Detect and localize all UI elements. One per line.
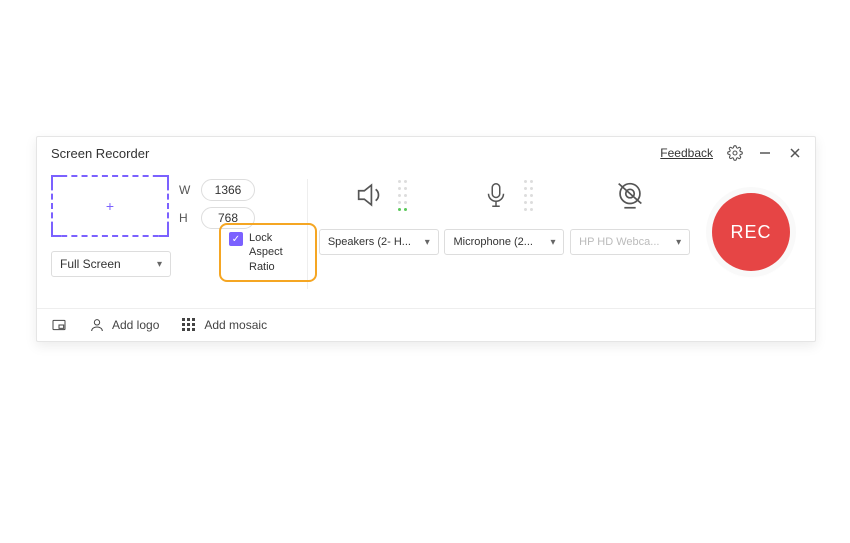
add-mosaic-button[interactable]: Add mosaic [181,317,267,333]
speaker-device: Speakers (2- H... ▾ [319,175,439,289]
height-label: H [179,211,195,225]
speaker-icon[interactable] [350,175,390,215]
microphone-device: Microphone (2... ▾ [444,175,564,289]
devices-row: Speakers (2- H... ▾ [308,175,701,289]
region-preset-select[interactable]: Full Screen ▾ [51,251,171,277]
chevron-down-icon: ▾ [425,237,430,248]
width-input[interactable] [201,179,255,201]
window-title: Screen Recorder [51,146,149,161]
webcam-device: HP HD Webca... ▾ [570,175,690,289]
close-button[interactable] [787,145,803,161]
add-mosaic-label: Add mosaic [204,318,267,332]
speaker-select[interactable]: Speakers (2- H... ▾ [319,229,439,255]
region-selector[interactable]: + [51,175,169,237]
footer-toolbar: Add logo Add mosaic [37,308,815,341]
mosaic-icon [181,317,197,333]
record-label: REC [730,222,771,243]
main-body: + W H Full Screen ▾ [37,167,815,289]
speaker-level-meter [398,180,407,211]
chevron-down-icon: ▾ [550,237,555,248]
webcam-disabled-icon[interactable] [610,175,650,215]
add-logo-label: Add logo [112,318,159,332]
minimize-button[interactable] [757,145,773,161]
pip-icon [51,317,67,333]
webcam-select[interactable]: HP HD Webca... ▾ [570,229,690,255]
region-preset-label: Full Screen [60,257,121,271]
add-logo-button[interactable]: Add logo [89,317,159,333]
record-button[interactable]: REC [712,193,790,271]
plus-icon: + [106,198,114,214]
record-column: REC [701,175,801,289]
lock-aspect-highlight: ✓ Lock Aspect Ratio [219,223,317,282]
settings-icon[interactable] [727,145,743,161]
microphone-level-meter [524,180,533,211]
pip-button[interactable] [51,317,67,333]
screen-recorder-window: Screen Recorder Feedback + [36,136,816,342]
feedback-link[interactable]: Feedback [660,146,713,160]
lock-aspect-checkbox[interactable]: ✓ [229,232,243,246]
speaker-select-label: Speakers (2- H... [328,236,411,248]
titlebar: Screen Recorder Feedback [37,137,815,167]
microphone-select[interactable]: Microphone (2... ▾ [444,229,564,255]
webcam-select-label: HP HD Webca... [579,236,659,248]
width-label: W [179,183,195,197]
dimension-inputs: W H [179,179,255,229]
microphone-icon[interactable] [476,175,516,215]
microphone-select-label: Microphone (2... [453,236,532,248]
titlebar-controls: Feedback [660,145,803,161]
lock-aspect-label: Lock Aspect Ratio [249,231,305,274]
chevron-down-icon: ▾ [676,237,681,248]
chevron-down-icon: ▾ [157,259,162,270]
person-icon [89,317,105,333]
